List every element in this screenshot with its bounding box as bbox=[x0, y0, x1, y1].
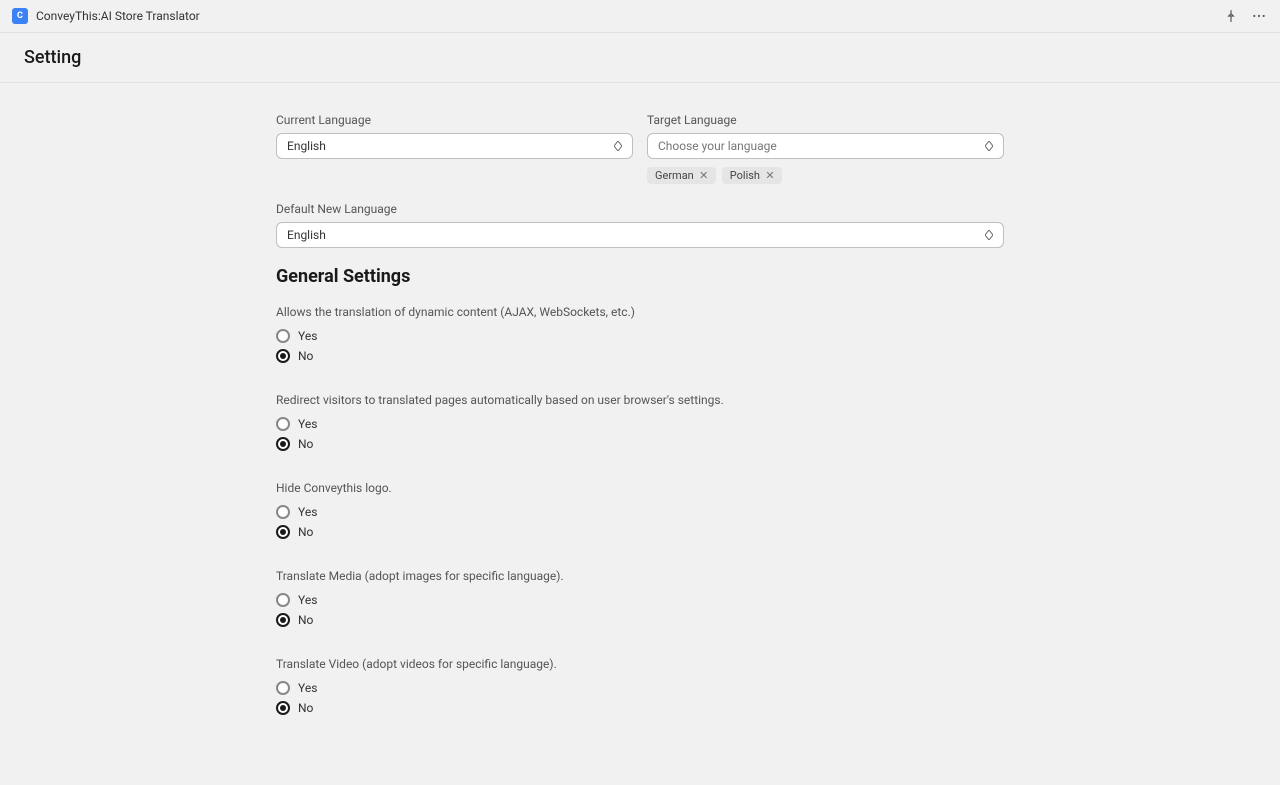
setting-block: Translate Video (adopt videos for specif… bbox=[276, 657, 1004, 715]
radio-option-no[interactable]: No bbox=[276, 525, 1004, 539]
setting-desc: Translate Video (adopt videos for specif… bbox=[276, 657, 1004, 671]
titlebar: C ConveyThis:AI Store Translator bbox=[0, 0, 1280, 33]
tag-label: Polish bbox=[730, 169, 760, 182]
radio-icon bbox=[276, 613, 290, 627]
close-icon[interactable]: ✕ bbox=[698, 170, 710, 182]
content: Current Language English Target Language… bbox=[276, 83, 1004, 785]
target-language-label: Target Language bbox=[647, 113, 1004, 127]
radio-icon bbox=[276, 593, 290, 607]
setting-block: Translate Media (adopt images for specif… bbox=[276, 569, 1004, 627]
radio-option-yes[interactable]: Yes bbox=[276, 417, 1004, 431]
setting-desc: Redirect visitors to translated pages au… bbox=[276, 393, 1004, 407]
page-header: Setting bbox=[0, 33, 1280, 83]
language-tag: Polish ✕ bbox=[722, 167, 782, 184]
chevron-updown-icon bbox=[612, 140, 624, 152]
radio-label: Yes bbox=[298, 505, 317, 519]
radio-icon bbox=[276, 417, 290, 431]
tag-label: German bbox=[655, 169, 694, 182]
close-icon[interactable]: ✕ bbox=[764, 170, 776, 182]
default-new-language-field: Default New Language English bbox=[276, 202, 1004, 248]
radio-option-no[interactable]: No bbox=[276, 613, 1004, 627]
current-language-label: Current Language bbox=[276, 113, 633, 127]
current-language-field: Current Language English bbox=[276, 113, 633, 184]
radio-icon bbox=[276, 437, 290, 451]
default-new-language-label: Default New Language bbox=[276, 202, 1004, 216]
radio-icon bbox=[276, 681, 290, 695]
target-language-field: Target Language Choose your language Ger… bbox=[647, 113, 1004, 184]
radio-icon bbox=[276, 329, 290, 343]
setting-block: Redirect visitors to translated pages au… bbox=[276, 393, 1004, 451]
radio-option-yes[interactable]: Yes bbox=[276, 681, 1004, 695]
titlebar-right bbox=[1222, 7, 1268, 25]
settings-container: Allows the translation of dynamic conten… bbox=[276, 305, 1004, 715]
radio-option-yes[interactable]: Yes bbox=[276, 505, 1004, 519]
current-language-value: English bbox=[287, 139, 326, 153]
setting-block: Hide Conveythis logo. Yes No bbox=[276, 481, 1004, 539]
radio-option-no[interactable]: No bbox=[276, 701, 1004, 715]
chevron-updown-icon bbox=[983, 140, 995, 152]
setting-block: Allows the translation of dynamic conten… bbox=[276, 305, 1004, 363]
chevron-updown-icon bbox=[983, 229, 995, 241]
radio-icon bbox=[276, 505, 290, 519]
radio-icon bbox=[276, 525, 290, 539]
radio-option-yes[interactable]: Yes bbox=[276, 593, 1004, 607]
target-language-select[interactable]: Choose your language bbox=[647, 133, 1004, 159]
more-icon[interactable] bbox=[1250, 7, 1268, 25]
radio-label: No bbox=[298, 437, 313, 451]
radio-label: Yes bbox=[298, 593, 317, 607]
app-icon: C bbox=[12, 8, 28, 24]
language-tag: German ✕ bbox=[647, 167, 716, 184]
page-title: Setting bbox=[24, 47, 1256, 68]
titlebar-left: C ConveyThis:AI Store Translator bbox=[12, 8, 200, 24]
radio-icon bbox=[276, 349, 290, 363]
radio-label: Yes bbox=[298, 329, 317, 343]
radio-icon bbox=[276, 701, 290, 715]
pin-icon[interactable] bbox=[1222, 7, 1240, 25]
language-row: Current Language English Target Language… bbox=[276, 113, 1004, 202]
radio-label: Yes bbox=[298, 417, 317, 431]
default-new-language-value: English bbox=[287, 228, 326, 242]
general-settings-title: General Settings bbox=[276, 266, 1004, 287]
current-language-select[interactable]: English bbox=[276, 133, 633, 159]
radio-option-yes[interactable]: Yes bbox=[276, 329, 1004, 343]
setting-desc: Translate Media (adopt images for specif… bbox=[276, 569, 1004, 583]
app-title: ConveyThis:AI Store Translator bbox=[36, 9, 200, 23]
radio-option-no[interactable]: No bbox=[276, 349, 1004, 363]
target-language-tags: German ✕ Polish ✕ bbox=[647, 167, 1004, 184]
target-language-placeholder: Choose your language bbox=[658, 139, 777, 153]
setting-desc: Allows the translation of dynamic conten… bbox=[276, 305, 1004, 319]
default-new-language-select[interactable]: English bbox=[276, 222, 1004, 248]
setting-desc: Hide Conveythis logo. bbox=[276, 481, 1004, 495]
radio-label: No bbox=[298, 701, 313, 715]
radio-label: No bbox=[298, 525, 313, 539]
radio-label: No bbox=[298, 613, 313, 627]
radio-label: Yes bbox=[298, 681, 317, 695]
radio-option-no[interactable]: No bbox=[276, 437, 1004, 451]
radio-label: No bbox=[298, 349, 313, 363]
